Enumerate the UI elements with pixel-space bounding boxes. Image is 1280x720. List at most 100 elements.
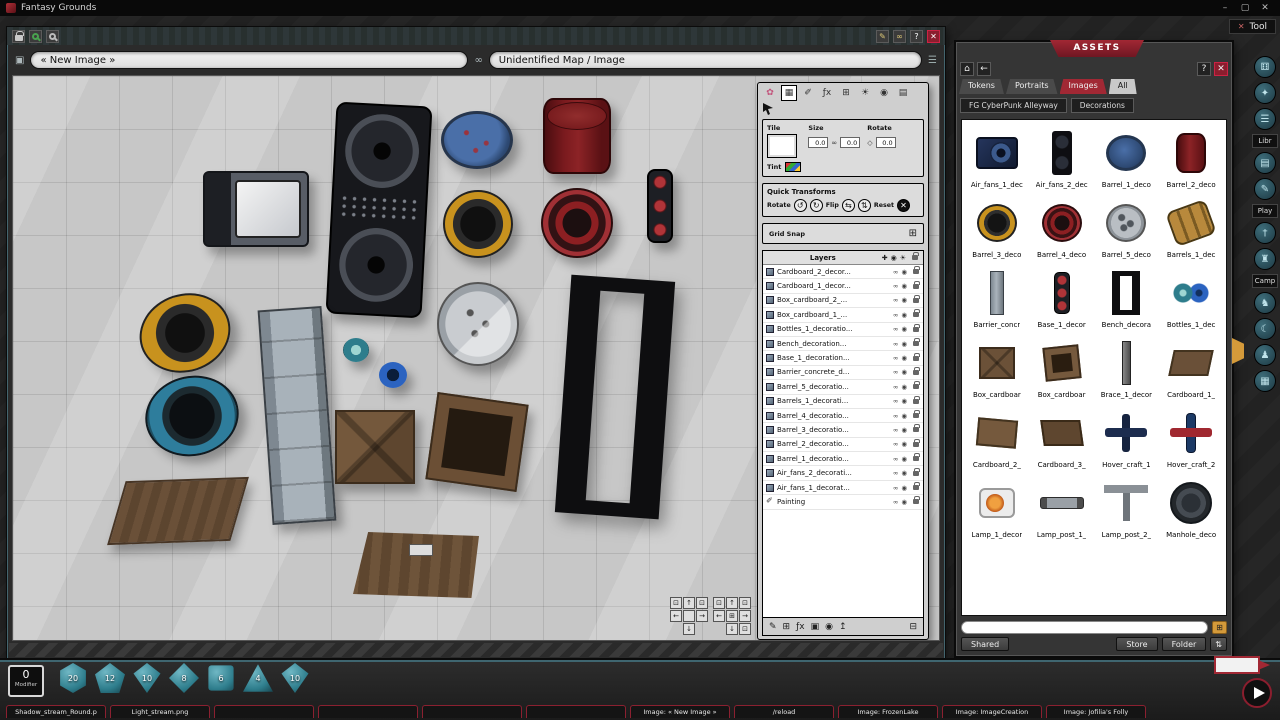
tool-button[interactable]: ✕ Tool	[1229, 19, 1276, 34]
assets-tab[interactable]: Tokens	[959, 79, 1004, 94]
layer-link-icon[interactable]: ∞	[893, 383, 898, 391]
layer-lock-icon[interactable]	[913, 456, 919, 461]
layer-lock-icon[interactable]	[913, 384, 919, 389]
canvas-bench[interactable]	[555, 275, 675, 520]
bottom-tab[interactable]: Light_stream.png	[110, 705, 210, 718]
layer-row[interactable]: Bottles_1_decoratio... ∞ ◉	[763, 323, 923, 337]
asset-card[interactable]: Barrel_5_deco	[1096, 195, 1158, 259]
asset-card[interactable]: Cardboard_3_	[1031, 405, 1093, 469]
rotate-cw-button[interactable]: ↻	[810, 199, 823, 212]
pad-corner[interactable]: ⊡	[739, 597, 751, 609]
layer-link-icon[interactable]: ∞	[893, 282, 898, 290]
layer-link-icon[interactable]: ∞	[893, 397, 898, 405]
search-options-button[interactable]: ⊞	[1212, 621, 1227, 634]
map-canvas[interactable]: ⊡ ↑ ⊡ ← → ↓ ⊡ ↑ ⊡ ← ⊞ →	[12, 75, 940, 641]
bottom-tab[interactable]	[318, 705, 418, 718]
pan-center-button[interactable]	[683, 610, 695, 622]
zoom-down-button[interactable]: ↓	[726, 623, 738, 635]
draw-tool-icon[interactable]: ✐	[800, 85, 816, 101]
layer-eye-icon[interactable]: ◉	[901, 282, 907, 290]
asset-card[interactable]: Lamp_post_1_	[1031, 475, 1093, 539]
layer-eye-icon[interactable]: ◉	[901, 296, 907, 304]
layer-eye-icon[interactable]: ◉	[901, 426, 907, 434]
rotate-ccw-button[interactable]: ↺	[794, 199, 807, 212]
asset-card[interactable]: Barrel_2_deco	[1160, 125, 1222, 189]
canvas-barrel-yellow[interactable]	[443, 190, 513, 258]
pad-corner[interactable]: ⊡	[713, 597, 725, 609]
layer-eye-icon[interactable]: ◉	[901, 325, 907, 333]
paint-layer-icon[interactable]: ✎	[769, 622, 777, 632]
layer-lock-icon[interactable]	[913, 499, 919, 504]
tint-swatch[interactable]	[785, 162, 801, 172]
layer-lock-icon[interactable]	[913, 413, 919, 418]
link-window-icon[interactable]: ∞	[893, 30, 906, 43]
zoom-left-button[interactable]: ←	[713, 610, 725, 622]
layer-eye-icon[interactable]: ◉	[901, 340, 907, 348]
asset-card[interactable]: Hover_craft_1	[1096, 405, 1158, 469]
layer-eye-icon[interactable]: ◉	[901, 440, 907, 448]
play-button[interactable]	[1242, 678, 1272, 708]
layer-row[interactable]: Barrel_5_decoratio... ∞ ◉	[763, 380, 923, 394]
select-cursor-icon[interactable]	[758, 103, 928, 116]
moon-icon[interactable]: ☾	[1254, 318, 1276, 340]
layer-row[interactable]: Barrel_3_decoratio... ∞ ◉	[763, 423, 923, 437]
canvas-box-closed[interactable]	[335, 410, 415, 484]
d20[interactable]: 20	[58, 663, 88, 693]
canvas-box-open[interactable]	[425, 392, 528, 492]
rotate-field[interactable]: 0.0	[876, 137, 896, 148]
layer-link-icon[interactable]: ∞	[893, 426, 898, 434]
asset-card[interactable]: Air_fans_2_dec	[1031, 125, 1093, 189]
asset-card[interactable]: Brace_1_decor	[1096, 335, 1158, 399]
layer-link-icon[interactable]: ∞	[893, 368, 898, 376]
canvas-barrel-yellow-tilted[interactable]	[129, 282, 241, 385]
edit-icon[interactable]: ✎	[876, 30, 889, 43]
layer-row[interactable]: Air_fans_2_decorati... ∞ ◉	[763, 466, 923, 480]
layer-row[interactable]: Base_1_decoration... ∞ ◉	[763, 351, 923, 365]
layer-lock-icon[interactable]	[913, 284, 919, 289]
layer-lock-icon[interactable]	[913, 485, 919, 490]
asset-search-input[interactable]	[961, 621, 1208, 634]
layer-lock-icon[interactable]	[913, 312, 919, 317]
canvas-barrel-cyan[interactable]	[138, 367, 247, 465]
reset-button[interactable]: ✕	[897, 199, 910, 212]
pointer-indicator[interactable]	[1214, 656, 1260, 674]
book-icon[interactable]: ▤	[1254, 152, 1276, 174]
canvas-bottle-blue[interactable]	[379, 362, 407, 388]
layer-lock-icon[interactable]	[913, 399, 919, 404]
canvas-cardboard-flat-1[interactable]	[107, 477, 249, 545]
canvas-bottle-teal[interactable]	[343, 338, 369, 362]
asset-card[interactable]: Barrels_1_dec	[1160, 195, 1222, 259]
d4[interactable]: 4	[243, 663, 273, 693]
layer-link-icon[interactable]: ∞	[893, 455, 898, 463]
canvas-barrel-red[interactable]	[541, 188, 613, 258]
rook-icon[interactable]: ♜	[1254, 248, 1276, 270]
layer-link-icon[interactable]: ∞	[893, 498, 898, 506]
add-tile-layer-icon[interactable]: ⊞	[783, 622, 791, 632]
add-effect-layer-icon[interactable]: ƒx	[796, 622, 805, 632]
pad-corner[interactable]: ⊡	[739, 623, 751, 635]
pan-right-button[interactable]: →	[696, 610, 708, 622]
layer-row[interactable]: Barrel_1_decoratio... ∞ ◉	[763, 452, 923, 466]
library-button[interactable]: Libr	[1252, 134, 1278, 148]
assets-tab[interactable]: Images	[1060, 79, 1107, 94]
module-crumb[interactable]: FG CyberPunk Alleyway	[960, 98, 1067, 113]
asset-card[interactable]: Lamp_post_2_	[1096, 475, 1158, 539]
bottom-tab[interactable]	[526, 705, 626, 718]
asset-card[interactable]: Cardboard_1_	[1160, 335, 1222, 399]
toggle-layer-visibility-icon[interactable]: ◉	[825, 622, 833, 632]
zoom-right-button[interactable]: →	[739, 610, 751, 622]
search-icon[interactable]	[46, 30, 59, 43]
assets-tab[interactable]: All	[1109, 79, 1137, 94]
layer-eye-icon[interactable]: ◉	[901, 484, 907, 492]
folder-button[interactable]: Folder	[1162, 637, 1207, 651]
canvas-metal-box[interactable]	[203, 171, 309, 247]
play-button[interactable]: Play	[1252, 204, 1278, 218]
bottom-tab[interactable]: Image: « New Image »	[630, 705, 730, 718]
assets-help-button[interactable]: ?	[1197, 62, 1211, 76]
rotate-link-icon[interactable]: ◇	[867, 139, 872, 147]
close-image-icon[interactable]: ✕	[927, 30, 940, 43]
link-fields-icon[interactable]: ∞	[474, 55, 482, 66]
asset-card[interactable]: Barrel_3_deco	[966, 195, 1028, 259]
layer-link-icon[interactable]: ∞	[893, 412, 898, 420]
canvas-barrel-grey[interactable]	[437, 282, 519, 366]
